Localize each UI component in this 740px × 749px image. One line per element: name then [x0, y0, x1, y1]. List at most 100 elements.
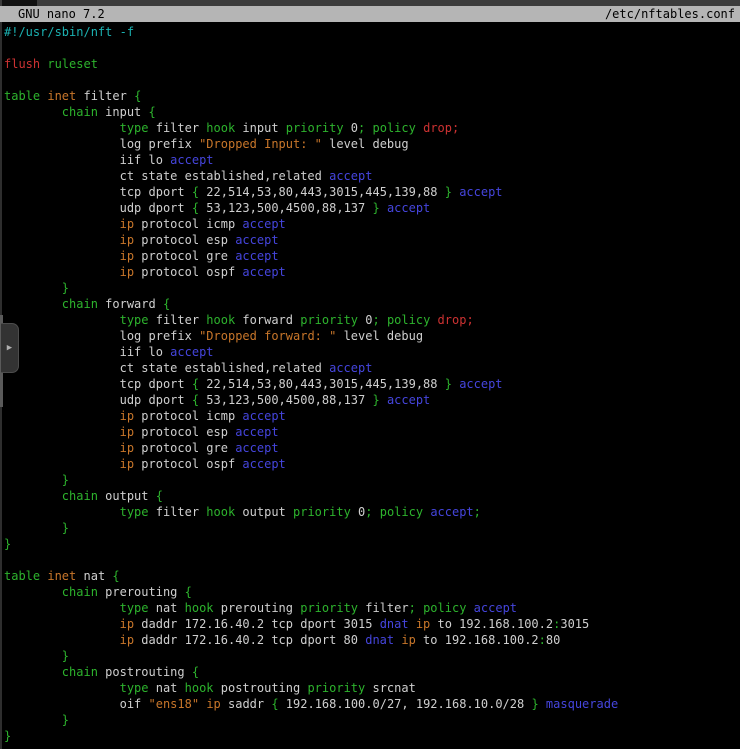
- code-segment: 0: [351, 505, 365, 519]
- code-segment: [4, 457, 120, 471]
- code-line[interactable]: oif "ens18" ip saddr { 192.168.100.0/27,…: [0, 696, 740, 712]
- code-segment: ip: [120, 617, 134, 631]
- code-line[interactable]: table inet nat {: [0, 568, 740, 584]
- code-segment: [4, 313, 120, 327]
- code-segment: ip: [120, 217, 134, 231]
- code-segment: inet: [47, 569, 76, 583]
- code-segment: type: [120, 601, 149, 615]
- code-line[interactable]: }: [0, 280, 740, 296]
- code-segment: ct state established,related: [4, 361, 329, 375]
- code-segment: nat: [149, 601, 185, 615]
- code-segment: [4, 681, 120, 695]
- code-segment: chain: [62, 105, 98, 119]
- panel-handle[interactable]: ▶: [1, 323, 19, 373]
- code-segment: inet: [47, 89, 76, 103]
- code-line[interactable]: [0, 552, 740, 568]
- code-line[interactable]: log prefix "Dropped forward: " level deb…: [0, 328, 740, 344]
- code-line[interactable]: ip protocol ospf accept: [0, 264, 740, 280]
- code-line[interactable]: ip protocol ospf accept: [0, 456, 740, 472]
- code-segment: accept: [235, 425, 278, 439]
- code-segment: policy: [387, 313, 430, 327]
- code-segment: priority: [286, 121, 344, 135]
- code-segment: accept: [235, 233, 278, 247]
- code-line[interactable]: ip daddr 172.16.40.2 tcp dport 3015 dnat…: [0, 616, 740, 632]
- expand-arrow-icon: ▶: [7, 344, 12, 353]
- editor-area[interactable]: #!/usr/sbin/nft -f flush ruleset table i…: [0, 24, 740, 744]
- code-segment: [4, 505, 120, 519]
- code-line[interactable]: chain input {: [0, 104, 740, 120]
- code-line[interactable]: ip protocol icmp accept: [0, 216, 740, 232]
- app-title: GNU nano 7.2: [18, 6, 105, 22]
- code-segment: policy: [423, 601, 466, 615]
- code-segment: daddr 172.16.40.2 tcp dport 3015: [134, 617, 380, 631]
- code-line[interactable]: }: [0, 472, 740, 488]
- code-line[interactable]: }: [0, 728, 740, 744]
- code-segment: }: [62, 713, 69, 727]
- code-line[interactable]: chain forward {: [0, 296, 740, 312]
- code-segment: priority: [307, 681, 365, 695]
- code-line[interactable]: [0, 40, 740, 56]
- code-line[interactable]: iif lo accept: [0, 344, 740, 360]
- code-line[interactable]: udp dport { 53,123,500,4500,88,137 } acc…: [0, 392, 740, 408]
- code-segment: accept: [474, 601, 517, 615]
- code-line[interactable]: type filter hook output priority 0; poli…: [0, 504, 740, 520]
- code-line[interactable]: }: [0, 648, 740, 664]
- code-segment: protocol esp: [134, 425, 235, 439]
- code-segment: filter: [149, 313, 207, 327]
- code-line[interactable]: }: [0, 520, 740, 536]
- code-line[interactable]: ip protocol esp accept: [0, 232, 740, 248]
- code-line[interactable]: ip protocol gre accept: [0, 440, 740, 456]
- code-segment: {: [134, 89, 141, 103]
- code-line[interactable]: udp dport { 53,123,500,4500,88,137 } acc…: [0, 200, 740, 216]
- code-segment: [4, 441, 120, 455]
- code-segment: chain: [62, 297, 98, 311]
- code-segment: {: [185, 585, 192, 599]
- code-segment: ip: [120, 233, 134, 247]
- code-segment: chain: [62, 489, 98, 503]
- code-line[interactable]: [0, 72, 740, 88]
- code-segment: daddr 172.16.40.2 tcp dport 80: [134, 633, 365, 647]
- code-segment: drop;: [423, 121, 459, 135]
- code-line[interactable]: ct state established,related accept: [0, 360, 740, 376]
- code-segment: protocol ospf: [134, 457, 242, 471]
- code-segment: accept: [329, 361, 372, 375]
- code-segment: accept: [430, 505, 473, 519]
- code-line[interactable]: ip daddr 172.16.40.2 tcp dport 80 dnat i…: [0, 632, 740, 648]
- code-line[interactable]: chain output {: [0, 488, 740, 504]
- code-line[interactable]: chain postrouting {: [0, 664, 740, 680]
- code-line[interactable]: }: [0, 536, 740, 552]
- code-segment: ;: [474, 505, 481, 519]
- code-segment: ;: [372, 313, 379, 327]
- code-line[interactable]: type filter hook forward priority 0; pol…: [0, 312, 740, 328]
- code-line[interactable]: }: [0, 712, 740, 728]
- code-line[interactable]: ip protocol gre accept: [0, 248, 740, 264]
- code-segment: 192.168.100.0/27, 192.168.10.0/28: [279, 697, 532, 711]
- code-segment: :: [539, 633, 546, 647]
- code-segment: ip: [120, 409, 134, 423]
- code-line[interactable]: type filter hook input priority 0; polic…: [0, 120, 740, 136]
- code-line[interactable]: table inet filter {: [0, 88, 740, 104]
- code-line[interactable]: chain prerouting {: [0, 584, 740, 600]
- code-line[interactable]: flush ruleset: [0, 56, 740, 72]
- code-segment: protocol icmp: [134, 409, 242, 423]
- code-line[interactable]: #!/usr/sbin/nft -f: [0, 24, 740, 40]
- code-segment: [4, 121, 120, 135]
- code-line[interactable]: ip protocol esp accept: [0, 424, 740, 440]
- code-line[interactable]: ip protocol icmp accept: [0, 408, 740, 424]
- code-segment: {: [112, 569, 119, 583]
- code-segment: ;: [409, 601, 416, 615]
- code-line[interactable]: tcp dport { 22,514,53,80,443,3015,445,13…: [0, 184, 740, 200]
- code-segment: {: [192, 201, 199, 215]
- code-line[interactable]: type nat hook postrouting priority srcna…: [0, 680, 740, 696]
- code-segment: [380, 313, 387, 327]
- code-line[interactable]: tcp dport { 22,514,53,80,443,3015,445,13…: [0, 376, 740, 392]
- code-segment: forward: [98, 297, 163, 311]
- code-line[interactable]: log prefix "Dropped Input: " level debug: [0, 136, 740, 152]
- code-line[interactable]: ct state established,related accept: [0, 168, 740, 184]
- code-segment: [416, 601, 423, 615]
- code-line[interactable]: type nat hook prerouting priority filter…: [0, 600, 740, 616]
- code-segment: ip: [120, 457, 134, 471]
- code-segment: [4, 585, 62, 599]
- code-line[interactable]: iif lo accept: [0, 152, 740, 168]
- code-segment: chain: [62, 585, 98, 599]
